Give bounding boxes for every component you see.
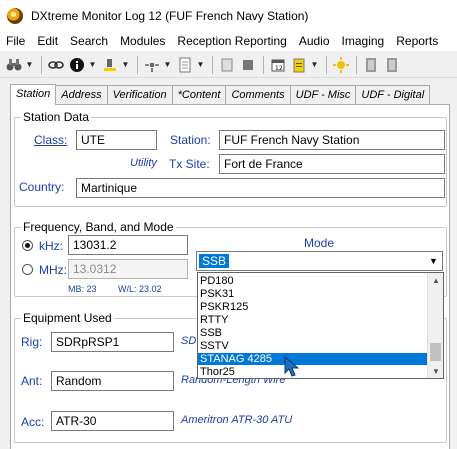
scroll-down-icon[interactable]: ▼ [428, 364, 444, 378]
menu-bar: File Edit Search Modules Reception Repor… [0, 31, 457, 51]
menu-search[interactable]: Search [64, 34, 114, 48]
document-icon[interactable] [175, 55, 195, 75]
wl-value: W/L: 23.02 [118, 284, 162, 294]
app-icon [7, 7, 23, 24]
mode-label: Mode [304, 236, 335, 250]
chevron-down-icon[interactable]: ▼ [425, 252, 442, 270]
menu-edit[interactable]: Edit [31, 34, 64, 48]
country-field[interactable]: Martinique [76, 178, 445, 198]
station-field[interactable]: FUF French Navy Station [219, 130, 445, 150]
chevron-down-icon[interactable]: ▼ [121, 60, 130, 69]
calendar-icon[interactable]: 12 [268, 55, 288, 75]
toolbar: ▼ ▼ ▼ ▼ ▼ 12 ▼ [0, 52, 457, 78]
tab-strip: Station Address Verification *Content Co… [10, 84, 431, 105]
mb-value: MB: 23 [68, 284, 97, 294]
ant-label: Ant: [21, 374, 43, 388]
khz-label: kHz: [39, 239, 63, 253]
menu-audio[interactable]: Audio [293, 34, 336, 48]
tab-address[interactable]: Address [55, 85, 108, 105]
book2-icon[interactable] [382, 55, 402, 75]
class-field[interactable]: UTE [76, 130, 157, 150]
tx-site-field[interactable]: Fort de France [219, 154, 445, 174]
menu-reception-reporting[interactable]: Reception Reporting [171, 34, 292, 48]
list-item-highlighted[interactable]: STANAG 4285 [198, 353, 428, 365]
country-label: Country: [19, 180, 65, 194]
tab-content[interactable]: *Content [171, 85, 227, 105]
info-icon[interactable] [67, 55, 87, 75]
mhz-radio[interactable] [22, 264, 33, 275]
mouse-cursor-icon [284, 356, 300, 377]
rig-description: SD [181, 335, 197, 347]
sun-icon[interactable] [331, 55, 351, 75]
tab-udf-misc[interactable]: UDF - Misc [289, 85, 357, 105]
menu-file[interactable]: File [0, 34, 31, 48]
station-label: Station: [170, 133, 211, 147]
khz-field[interactable]: 13031.2 [68, 235, 188, 255]
list-item[interactable]: RTTY [198, 314, 428, 326]
mode-combobox[interactable]: SSB ▼ [196, 251, 443, 271]
rig-field[interactable]: SDRpRSP1 [51, 332, 174, 352]
dropdown-scrollbar[interactable]: ▲ ▼ [427, 273, 443, 378]
frequency-title: Frequency, Band, and Mode [21, 220, 176, 234]
list-item[interactable]: PSK31 [198, 288, 428, 300]
book-icon[interactable] [361, 55, 381, 75]
toolbar-separator [356, 55, 357, 74]
binoculars-icon[interactable] [4, 55, 24, 75]
window-title: DXtreme Monitor Log 12 (FUF French Navy … [31, 8, 309, 23]
toolbar-separator [263, 55, 264, 74]
clipboard-icon[interactable] [289, 55, 309, 75]
acc-description: Ameritron ATR-30 ATU [181, 414, 293, 426]
list-item[interactable]: PD180 [198, 275, 428, 287]
toolbar-separator [212, 55, 213, 74]
mode-selected-value: SSB [199, 254, 230, 268]
class-description: Utility [130, 157, 157, 169]
list-item[interactable]: Thor25 [198, 366, 428, 378]
khz-radio[interactable] [22, 240, 33, 251]
toolbar-separator [137, 55, 138, 74]
station-data-title: Station Data [21, 110, 92, 124]
stop-icon[interactable] [238, 55, 258, 75]
list-item[interactable]: PSKR125 [198, 301, 428, 313]
tab-verification[interactable]: Verification [106, 85, 173, 105]
tab-comments[interactable]: Comments [225, 85, 291, 105]
link-icon[interactable] [46, 55, 66, 75]
acc-label: Acc: [21, 415, 45, 429]
chevron-down-icon[interactable]: ▼ [196, 60, 205, 69]
toolbar-separator [41, 55, 42, 74]
svg-text:12: 12 [275, 65, 283, 72]
note-icon[interactable] [217, 55, 237, 75]
mhz-label: MHz: [39, 263, 67, 277]
menu-modules[interactable]: Modules [114, 34, 171, 48]
toolbar-separator [326, 55, 327, 74]
list-item[interactable]: SSTV [198, 340, 428, 352]
highlighter-icon[interactable] [100, 55, 120, 75]
chevron-down-icon[interactable]: ▼ [88, 60, 97, 69]
chevron-down-icon[interactable]: ▼ [310, 60, 319, 69]
mhz-field[interactable]: 13.0312 [68, 259, 188, 279]
title-bar: DXtreme Monitor Log 12 (FUF French Navy … [0, 0, 457, 31]
rig-label: Rig: [21, 335, 43, 349]
menu-imaging[interactable]: Imaging [336, 34, 391, 48]
equipment-title: Equipment Used [21, 311, 114, 325]
tab-station[interactable]: Station [10, 84, 57, 105]
acc-field[interactable]: ATR-30 [51, 411, 174, 431]
mode-dropdown-list[interactable]: PD180 PSK31 PSKR125 RTTY SSB SSTV STANAG… [197, 272, 444, 379]
tab-udf-digital[interactable]: UDF - Digital [355, 85, 431, 105]
chevron-down-icon[interactable]: ▼ [163, 60, 172, 69]
scrollbar-thumb[interactable] [430, 343, 441, 361]
chevron-down-icon[interactable]: ▼ [25, 60, 34, 69]
class-label[interactable]: Class: [34, 133, 67, 147]
menu-reports[interactable]: Reports [390, 34, 444, 48]
tx-site-label: Tx Site: [169, 157, 210, 171]
satellite-icon[interactable] [142, 55, 162, 75]
list-item[interactable]: SSB [198, 327, 428, 339]
ant-field[interactable]: Random [51, 371, 174, 391]
scroll-up-icon[interactable]: ▲ [428, 273, 444, 287]
